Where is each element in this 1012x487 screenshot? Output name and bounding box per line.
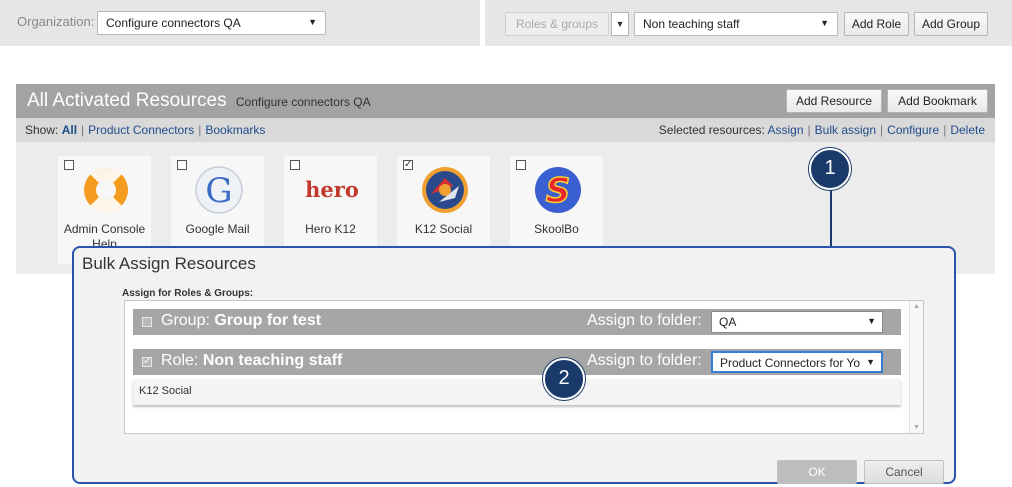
- assign-for-label: Assign for Roles & Groups:: [122, 288, 254, 299]
- roles-dropdown-toggle[interactable]: ▼: [611, 12, 629, 36]
- add-role-button[interactable]: Add Role: [844, 12, 909, 36]
- callout-connector-line: [830, 190, 832, 248]
- filter-product-connectors-link[interactable]: Product Connectors: [88, 123, 194, 137]
- callout-badge-1: 1: [809, 148, 851, 190]
- scroll-down-icon[interactable]: ▼: [913, 424, 920, 431]
- folder-select-role[interactable]: Product Connectors for Yo ▼: [711, 351, 883, 373]
- configure-link[interactable]: Configure: [887, 123, 939, 137]
- chevron-down-icon: ▼: [615, 19, 625, 29]
- callout-badge-2: 2: [543, 358, 585, 400]
- tile-label: K12 Social: [414, 222, 473, 236]
- organization-select[interactable]: Configure connectors QA ▼: [97, 11, 326, 35]
- show-label: Show:: [25, 123, 59, 137]
- tile-label: SkoolBo: [534, 222, 579, 236]
- tile-checkbox[interactable]: [64, 160, 74, 170]
- tile-checkbox[interactable]: [516, 160, 526, 170]
- folder-value: QA: [719, 315, 737, 329]
- panel-title-text: All Activated Resources: [27, 90, 227, 111]
- folder-label: Assign to folder:: [587, 312, 702, 329]
- bulk-assign-dialog: Bulk Assign Resources Assign for Roles &…: [72, 246, 956, 484]
- chevron-down-icon: ▼: [820, 18, 829, 28]
- ok-button[interactable]: OK: [777, 460, 857, 484]
- filter-bookmarks-link[interactable]: Bookmarks: [205, 123, 265, 137]
- row-name: Non teaching staff: [202, 352, 343, 369]
- role-row-label: Role: Non teaching staff: [161, 352, 342, 370]
- tile-checkbox[interactable]: [290, 160, 300, 170]
- scroll-up-icon[interactable]: ▲: [913, 303, 920, 310]
- add-resource-button[interactable]: Add Resource: [786, 89, 882, 113]
- assign-link[interactable]: Assign: [768, 123, 804, 137]
- assigned-resource-item: K12 Social: [133, 379, 901, 405]
- organization-value: Configure connectors QA: [106, 16, 241, 30]
- organization-label: Organization:: [17, 14, 95, 29]
- selected-actions: Selected resources: Assign | Bulk assign | C…: [658, 123, 985, 137]
- tile-checkbox-checked[interactable]: ✓: [403, 160, 413, 170]
- delete-link[interactable]: Delete: [950, 123, 985, 137]
- folder-select-group[interactable]: QA ▼: [711, 311, 883, 333]
- google-g-icon: G: [195, 166, 243, 214]
- panel-title: All Activated Resources Configure connec…: [27, 90, 371, 112]
- show-filters: Show: All | Product Connectors | Bookmarks: [25, 123, 266, 137]
- roles-groups-button[interactable]: Roles & groups: [505, 12, 609, 36]
- row-kind: Group:: [161, 312, 210, 329]
- role-select[interactable]: Non teaching staff ▼: [634, 12, 838, 36]
- tile-checkbox[interactable]: [177, 160, 187, 170]
- tile-label: Google Mail: [185, 222, 250, 236]
- panel-subtitle: Configure connectors QA: [235, 95, 371, 109]
- svg-text:G: G: [205, 171, 232, 211]
- list-scrollbar[interactable]: ▲ ▼: [909, 301, 923, 433]
- tile-label: Hero K12: [305, 222, 356, 236]
- group-checkbox[interactable]: [142, 317, 152, 327]
- bulk-assign-link[interactable]: Bulk assign: [815, 123, 876, 137]
- row-name: Group for test: [214, 312, 322, 329]
- assign-list: Group: Group for test Assign to folder: …: [124, 300, 924, 434]
- folder-value: Product Connectors for Yo: [720, 356, 861, 370]
- row-kind: Role:: [161, 352, 199, 369]
- lifebuoy-icon: [84, 168, 128, 212]
- add-group-button[interactable]: Add Group: [914, 12, 988, 36]
- add-bookmark-button[interactable]: Add Bookmark: [887, 89, 988, 113]
- filter-row: Show: All | Product Connectors | Bookmarks S…: [16, 118, 995, 142]
- role-checkbox-checked[interactable]: ✓: [142, 357, 152, 367]
- svg-text:S: S: [546, 171, 571, 211]
- group-row-label: Group: Group for test: [161, 312, 321, 330]
- dialog-title: Bulk Assign Resources: [82, 254, 256, 273]
- filter-all-link[interactable]: All: [62, 123, 77, 137]
- org-toolbar: Organization: Configure connectors QA ▼: [0, 0, 480, 46]
- k12-social-icon: [422, 167, 468, 213]
- role-row: ✓ Role: Non teaching staff Assign to fol…: [133, 349, 901, 375]
- chevron-down-icon: ▼: [866, 357, 875, 367]
- cancel-button[interactable]: Cancel: [864, 460, 944, 484]
- chevron-down-icon: ▼: [867, 316, 876, 326]
- svg-text:hero: hero: [306, 177, 358, 202]
- chevron-down-icon: ▼: [308, 17, 317, 27]
- group-row: Group: Group for test Assign to folder: …: [133, 309, 901, 335]
- skoolbo-icon: S: [535, 167, 581, 213]
- selected-resources-label: Selected resources:: [658, 123, 765, 137]
- hero-logo: hero: [306, 177, 358, 202]
- role-value: Non teaching staff: [643, 17, 740, 31]
- folder-label: Assign to folder:: [587, 352, 702, 369]
